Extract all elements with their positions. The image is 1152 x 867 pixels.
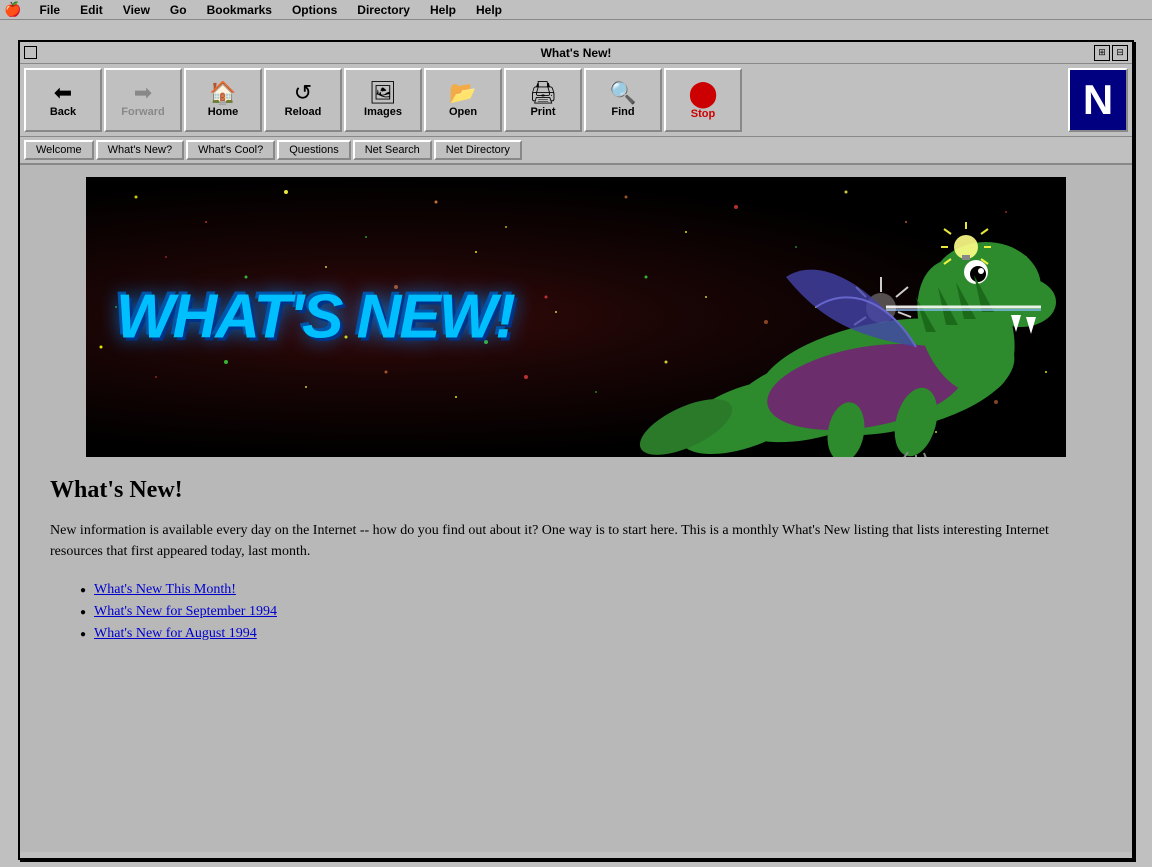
open-button[interactable]: 📂 Open [424, 68, 502, 132]
reload-icon: ↺ [294, 82, 312, 104]
page-links-list: What's New This Month! What's New for Se… [80, 582, 1102, 642]
bookmark-welcome[interactable]: Welcome [24, 140, 94, 160]
find-label: Find [611, 106, 634, 118]
page-body-text: New information is available every day o… [50, 520, 1050, 562]
browser-window: What's New! ⊞ ⊟ ⬅ Back ➡ Forward 🏠 Home … [18, 40, 1134, 860]
bookmark-whats-cool[interactable]: What's Cool? [186, 140, 275, 160]
forward-icon: ➡ [134, 82, 152, 104]
bookmark-net-search[interactable]: Net Search [353, 140, 432, 160]
bookmark-whats-new[interactable]: What's New? [96, 140, 184, 160]
window-title: What's New! [541, 46, 612, 60]
menu-options[interactable]: Options [286, 2, 343, 18]
link-whats-new-september[interactable]: What's New for September 1994 [94, 604, 277, 620]
menu-bookmarks[interactable]: Bookmarks [201, 2, 278, 18]
stop-icon: ⬤ [688, 80, 717, 106]
open-icon: 📂 [449, 82, 476, 104]
menu-view[interactable]: View [117, 2, 156, 18]
link-whats-new-august[interactable]: What's New for August 1994 [94, 626, 257, 642]
back-button[interactable]: ⬅ Back [24, 68, 102, 132]
list-item: What's New for August 1994 [80, 626, 1102, 642]
link-whats-new-month[interactable]: What's New This Month! [94, 582, 236, 598]
stop-label: Stop [691, 108, 715, 120]
menubar: 🍎 File Edit View Go Bookmarks Options Di… [0, 0, 1152, 20]
content-area: WHAT'S NEW! [20, 165, 1132, 852]
forward-label: Forward [121, 106, 164, 118]
banner-image: WHAT'S NEW! [86, 177, 1066, 457]
bookmarkbar: Welcome What's New? What's Cool? Questio… [20, 137, 1132, 165]
menu-help-1[interactable]: Help [424, 2, 462, 18]
apple-menu[interactable]: 🍎 [4, 1, 21, 18]
reload-label: Reload [285, 106, 322, 118]
page-content: What's New! New information is available… [20, 457, 1132, 668]
home-label: Home [208, 106, 239, 118]
home-button[interactable]: 🏠 Home [184, 68, 262, 132]
netscape-n-letter: N [1083, 76, 1113, 124]
back-icon: ⬅ [54, 82, 72, 104]
back-label: Back [50, 106, 76, 118]
print-button[interactable]: 🖨 Print [504, 68, 582, 132]
images-label: Images [364, 106, 402, 118]
find-button[interactable]: 🔍 Find [584, 68, 662, 132]
window-zoom-button[interactable]: ⊞ [1094, 45, 1110, 61]
stop-button[interactable]: ⬤ Stop [664, 68, 742, 132]
list-item: What's New This Month! [80, 582, 1102, 598]
page-title: What's New! [50, 477, 1102, 504]
menu-edit[interactable]: Edit [74, 2, 109, 18]
dragon-illustration [466, 177, 1066, 457]
images-icon: 🖼 [369, 82, 397, 104]
reload-button[interactable]: ↺ Reload [264, 68, 342, 132]
print-label: Print [530, 106, 555, 118]
titlebar: What's New! ⊞ ⊟ [20, 42, 1132, 64]
menu-help-2[interactable]: Help [470, 2, 508, 18]
list-item: What's New for September 1994 [80, 604, 1102, 620]
toolbar: ⬅ Back ➡ Forward 🏠 Home ↺ Reload 🖼 Image… [20, 64, 1132, 137]
bookmark-net-directory[interactable]: Net Directory [434, 140, 522, 160]
forward-button[interactable]: ➡ Forward [104, 68, 182, 132]
bookmark-questions[interactable]: Questions [277, 140, 351, 160]
images-button[interactable]: 🖼 Images [344, 68, 422, 132]
titlebar-controls: ⊞ ⊟ [1094, 45, 1128, 61]
print-icon: 🖨 [529, 82, 557, 104]
open-label: Open [449, 106, 477, 118]
menu-file[interactable]: File [33, 2, 66, 18]
window-minimize-button[interactable]: ⊟ [1112, 45, 1128, 61]
menu-go[interactable]: Go [164, 2, 193, 18]
home-icon: 🏠 [209, 82, 236, 104]
netscape-logo: N [1068, 68, 1128, 132]
menu-directory[interactable]: Directory [351, 2, 416, 18]
window-close-button[interactable] [24, 46, 37, 59]
find-icon: 🔍 [609, 82, 636, 104]
banner-title-text: WHAT'S NEW! [116, 282, 514, 353]
